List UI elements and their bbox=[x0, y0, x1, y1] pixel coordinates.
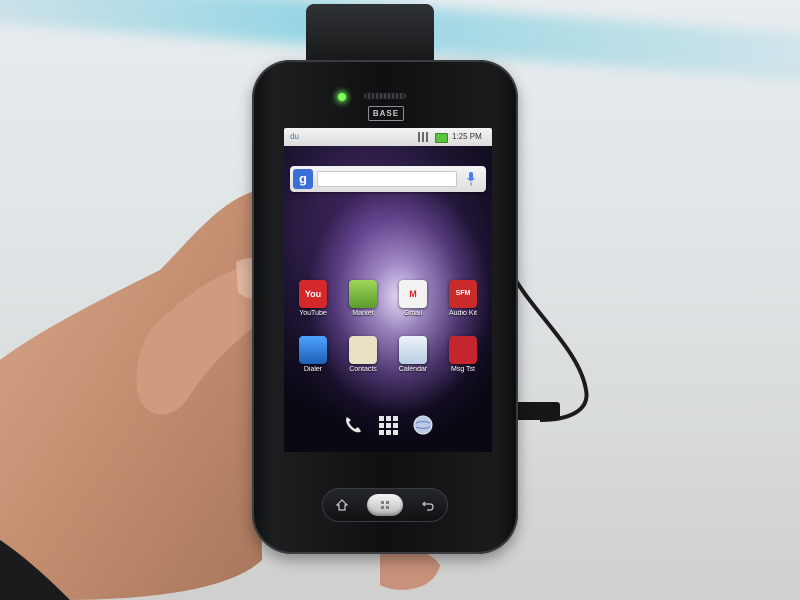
hardware-button-bar bbox=[322, 488, 448, 522]
carrier-label: du bbox=[290, 132, 299, 141]
app-messaging[interactable]: Msg Tst bbox=[438, 336, 488, 373]
app-youtube[interactable]: You YouTube bbox=[288, 280, 338, 317]
app-label: Contacts bbox=[349, 366, 377, 373]
app-label: Gmail bbox=[403, 310, 423, 317]
home-screen: du 1:25 PM g You YouTube Market M Gmail … bbox=[284, 128, 492, 452]
google-logo-icon[interactable]: g bbox=[293, 169, 313, 189]
home-key-icon[interactable] bbox=[336, 499, 348, 511]
google-search-widget[interactable]: g bbox=[290, 166, 486, 192]
dialer-icon bbox=[299, 336, 327, 364]
messaging-icon bbox=[449, 336, 477, 364]
app-drawer-icon[interactable] bbox=[377, 414, 399, 436]
app-label: Audio Kit bbox=[448, 310, 478, 317]
calendar-icon bbox=[399, 336, 427, 364]
signal-icon bbox=[418, 132, 430, 142]
phone-icon[interactable] bbox=[342, 414, 364, 436]
contacts-icon bbox=[349, 336, 377, 364]
market-icon bbox=[349, 280, 377, 308]
gmail-icon: M bbox=[399, 280, 427, 308]
app-label: Market bbox=[352, 310, 374, 317]
notification-led bbox=[338, 93, 346, 101]
photo-scene: BASE du 1:25 PM g You YouTube Market M G… bbox=[0, 0, 800, 600]
trackpad-button[interactable] bbox=[367, 494, 403, 516]
app-audio-kit[interactable]: SFM Audio Kit bbox=[438, 280, 488, 317]
clock: 1:25 PM bbox=[452, 132, 482, 141]
smartphone: BASE du 1:25 PM g You YouTube Market M G… bbox=[252, 60, 518, 554]
app-gmail[interactable]: M Gmail bbox=[388, 280, 438, 317]
app-contacts[interactable]: Contacts bbox=[338, 336, 388, 373]
status-bar[interactable]: du 1:25 PM bbox=[284, 128, 492, 146]
app-market[interactable]: Market bbox=[338, 280, 388, 317]
menu-key-icon bbox=[381, 501, 389, 509]
launcher-dock bbox=[284, 406, 492, 446]
app-label: Calendar bbox=[398, 366, 428, 373]
browser-icon[interactable] bbox=[412, 414, 434, 436]
app-label: Msg Tst bbox=[451, 366, 475, 373]
back-key-icon[interactable] bbox=[422, 499, 434, 511]
app-calendar[interactable]: Calendar bbox=[388, 336, 438, 373]
sfm-icon: SFM bbox=[449, 280, 477, 308]
battery-icon bbox=[435, 133, 448, 143]
brand-logo: BASE bbox=[368, 106, 404, 121]
search-input[interactable] bbox=[317, 171, 457, 187]
earpiece-speaker bbox=[364, 93, 406, 99]
app-dialer[interactable]: Dialer bbox=[288, 336, 338, 373]
youtube-icon: You bbox=[299, 280, 327, 308]
app-label: YouTube bbox=[299, 310, 327, 317]
microphone-icon[interactable] bbox=[467, 172, 475, 186]
app-label: Dialer bbox=[303, 366, 323, 373]
